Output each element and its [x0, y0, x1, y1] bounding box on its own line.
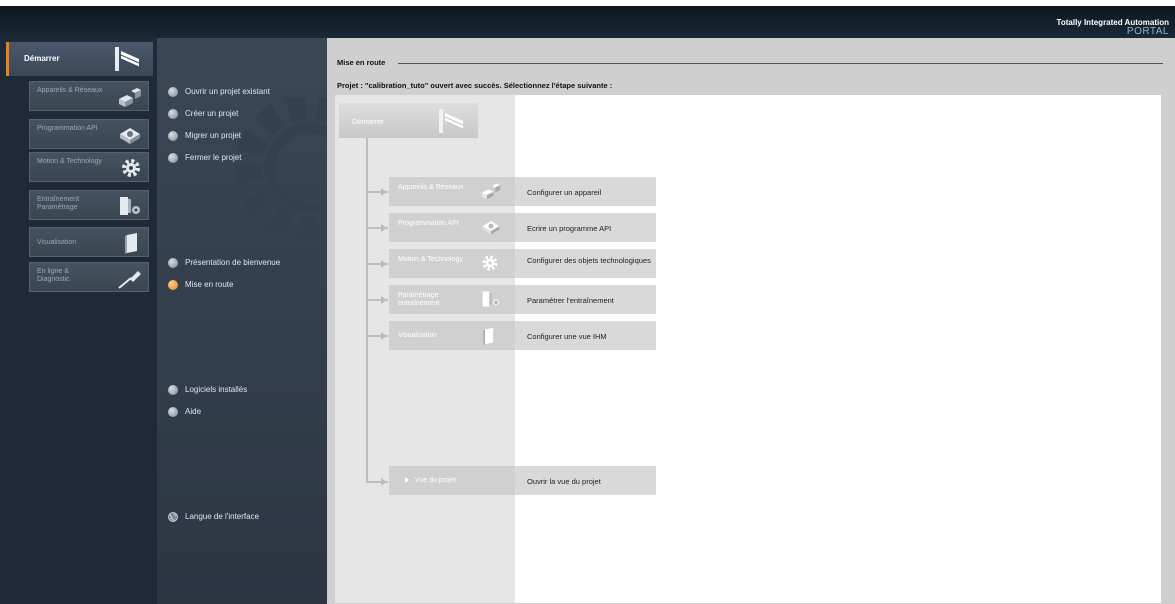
gear-icon — [122, 159, 140, 177]
network-devices-icon — [119, 88, 141, 107]
brand-portal: PORTAL — [1126, 26, 1169, 37]
nav-item-drives[interactable]: Entraînement Paramétrage — [29, 190, 149, 220]
bullet-icon — [168, 258, 178, 268]
nav-start-label: Démarrer — [24, 54, 60, 63]
start-icon — [439, 109, 464, 133]
nav-item-devices[interactable]: Appareils & Réseaux — [29, 81, 149, 111]
network-devices-icon — [481, 183, 501, 200]
step-programming[interactable]: Programmation API Ecrire un programme AP… — [389, 213, 656, 242]
step-project-view[interactable]: Vue du projet Ouvrir la vue du projet — [389, 466, 656, 495]
step-description: Paramétrer l'entraînement — [527, 296, 614, 305]
menu-item-label: Fermer le projet — [185, 153, 242, 162]
diagnostic-probe-icon — [118, 271, 141, 289]
nav-item-label: Visualisation — [37, 239, 77, 246]
step-description: Configurer une vue IHM — [527, 332, 607, 341]
arrow-right-icon — [381, 224, 387, 232]
arrow-right-icon — [381, 296, 387, 304]
hmi-panel-icon — [483, 327, 494, 345]
globe-icon — [168, 512, 178, 522]
background-gear-icon — [235, 98, 327, 243]
flow-connector — [366, 138, 368, 482]
arrow-right-icon — [381, 260, 387, 268]
status-message: Projet : "calibration_tuto" ouvert avec … — [337, 81, 613, 90]
step-motion[interactable]: Motion & Technology Configurer des objet… — [389, 249, 656, 278]
arrow-right-icon — [381, 478, 387, 486]
arrow-right-icon — [381, 332, 387, 340]
step-description: Ecrire un programme API — [527, 224, 612, 233]
step-label: Visualisation — [398, 332, 438, 339]
project-view-label: Vue du projet — [415, 477, 457, 484]
step-label: Motion & Technology — [398, 256, 463, 263]
plc-programming-icon — [482, 221, 500, 235]
step-description: Configurer des objets technologiques — [527, 256, 651, 265]
nav-start[interactable]: Démarrer — [9, 42, 153, 76]
bullet-icon — [168, 109, 178, 119]
drive-icon — [482, 291, 500, 307]
menu-item-label: Mise en route — [185, 280, 234, 289]
step-label: Paramétrage entraînement — [398, 292, 440, 307]
arrow-right-icon — [381, 188, 387, 196]
menu-item-label: Logiciels installés — [185, 385, 248, 394]
step-drives[interactable]: Paramétrage entraînement Paramétrer l'en… — [389, 285, 656, 314]
start-box-label: Démarrer — [352, 117, 384, 126]
bullet-icon — [168, 385, 178, 395]
step-label: Appareils & Réseaux — [398, 184, 464, 191]
title-divider — [398, 63, 1163, 64]
hmi-panel-icon — [125, 233, 137, 254]
page-title: Mise en route — [337, 58, 386, 67]
bullet-icon — [168, 153, 178, 163]
step-description: Ouvrir la vue du projet — [527, 477, 601, 486]
step-label: Programmation API — [398, 220, 459, 227]
nav-item-label: Appareils & Réseaux — [37, 87, 103, 94]
bullet-icon — [168, 131, 178, 141]
nav-item-label: Entraînement Paramétrage — [37, 196, 80, 211]
menu-item-label: Langue de l'interface — [185, 512, 260, 521]
nav-item-visualization[interactable]: Visualisation — [29, 227, 149, 257]
gear-icon — [482, 255, 498, 271]
nav-item-label: Motion & Technology — [37, 158, 102, 165]
step-devices[interactable]: Appareils & Réseaux Configurer un appare… — [389, 177, 656, 206]
bullet-icon — [168, 87, 178, 97]
drive-icon — [120, 197, 140, 215]
plc-programming-icon — [120, 128, 140, 144]
menu-item-label: Aide — [185, 407, 202, 416]
menu-item-label: Migrer un projet — [185, 131, 242, 140]
menu-item-label: Créer un projet — [185, 109, 239, 118]
step-label: Vue du projet — [405, 477, 456, 485]
step-visualization[interactable]: Visualisation Configurer une vue IHM — [389, 321, 656, 350]
nav-item-label: En ligne & Diagnostic — [37, 268, 70, 283]
nav-item-motion[interactable]: Motion & Technology — [29, 152, 149, 182]
title-bar: Totally Integrated Automation PORTAL — [0, 6, 1175, 38]
bullet-icon — [168, 407, 178, 417]
start-box: Démarrer — [339, 103, 478, 138]
start-icon — [115, 47, 140, 71]
caret-right-icon — [405, 477, 409, 484]
step-description: Configurer un appareil — [527, 188, 602, 197]
nav-item-label: Programmation API — [37, 125, 98, 132]
nav-item-diagnostics[interactable]: En ligne & Diagnostic — [29, 262, 149, 292]
nav-item-programming[interactable]: Programmation API — [29, 119, 149, 149]
menu-item-label: Ouvrir un projet existant — [185, 87, 270, 96]
active-bullet-icon — [168, 280, 178, 290]
menu-item-label: Présentation de bienvenue — [185, 258, 281, 267]
